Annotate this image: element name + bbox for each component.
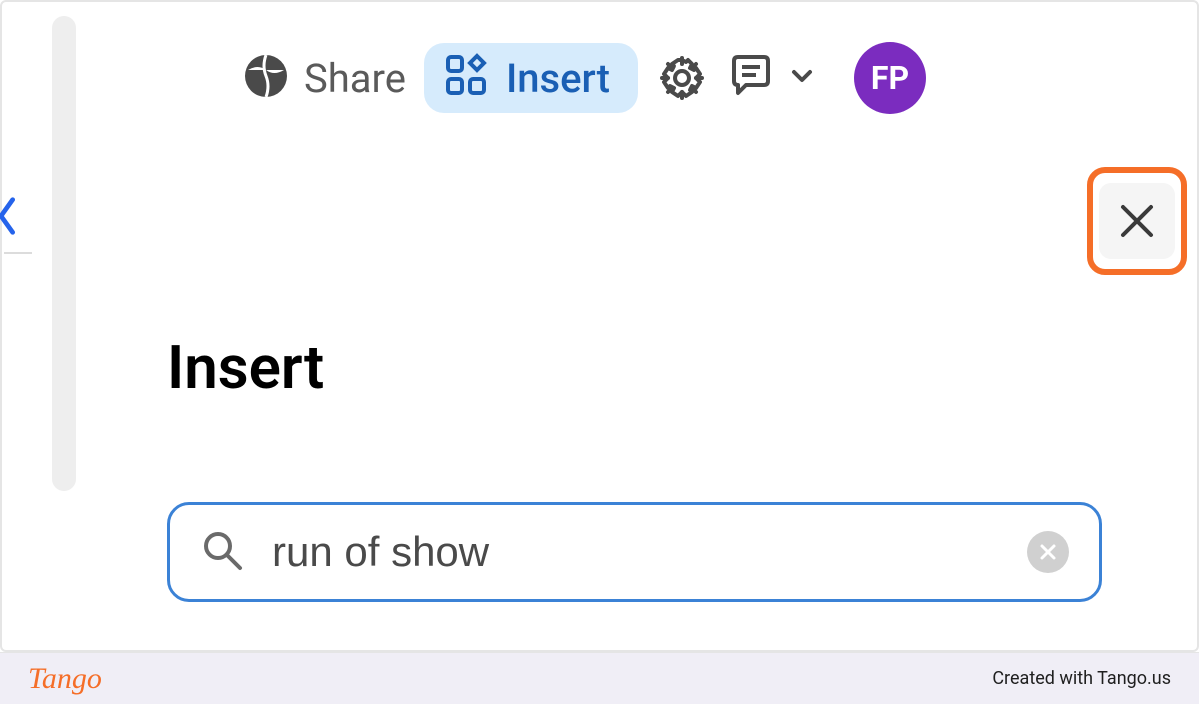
user-avatar[interactable]: FP	[854, 42, 926, 114]
panel-title: Insert	[167, 332, 324, 403]
app-frame: Share Insert	[0, 0, 1199, 652]
insert-button[interactable]: Insert	[424, 43, 638, 113]
comment-icon	[726, 51, 776, 105]
top-toolbar: Share Insert	[242, 42, 926, 114]
close-highlight-annotation	[1087, 167, 1187, 275]
scrollbar[interactable]	[52, 16, 76, 491]
gear-icon	[656, 52, 708, 104]
share-label: Share	[304, 55, 406, 102]
comments-dropdown[interactable]	[726, 51, 816, 105]
x-icon	[1037, 541, 1059, 563]
share-button[interactable]: Share	[242, 52, 406, 104]
chevron-down-icon	[788, 62, 816, 94]
settings-button[interactable]	[656, 52, 708, 104]
search-input[interactable]	[272, 528, 999, 576]
footer-credit: Created with Tango.us	[992, 668, 1171, 689]
search-box[interactable]	[167, 502, 1102, 602]
search-icon	[200, 528, 244, 576]
insert-label: Insert	[506, 55, 610, 102]
avatar-initials: FP	[871, 59, 909, 97]
footer: Tango Created with Tango.us	[0, 652, 1199, 704]
globe-icon	[242, 52, 290, 104]
grid-plus-icon	[444, 53, 490, 103]
left-divider	[4, 252, 32, 254]
collapse-chevron[interactable]	[0, 192, 22, 240]
close-icon	[1115, 199, 1159, 243]
close-panel-button[interactable]	[1099, 183, 1175, 259]
chevron-left-icon	[0, 192, 22, 240]
clear-search-button[interactable]	[1027, 531, 1069, 573]
tango-logo: Tango	[28, 662, 102, 696]
